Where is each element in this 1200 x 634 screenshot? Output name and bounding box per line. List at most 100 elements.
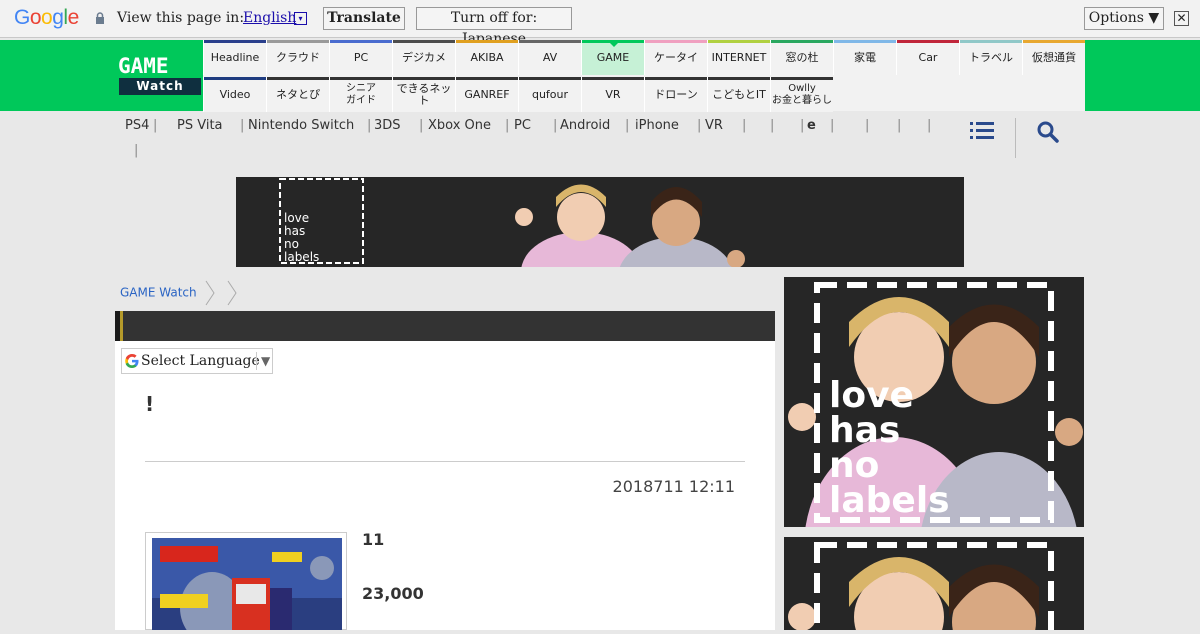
- nav-item[interactable]: 家電: [833, 40, 896, 75]
- nav-color-bar: [645, 77, 707, 80]
- separator: |: [419, 118, 424, 133]
- nav-item-label: ドローン: [654, 87, 698, 101]
- article-thumbnail[interactable]: [145, 532, 347, 634]
- nav-item-label: 仮想通貨: [1032, 50, 1076, 64]
- platform-nav-item[interactable]: Xbox One: [428, 118, 491, 133]
- nav-item-label: Car: [918, 50, 938, 64]
- nav-item[interactable]: ネタとぴ: [266, 77, 329, 112]
- nav-color-bar: [204, 77, 266, 80]
- separator: |: [830, 118, 835, 133]
- chevron-right-icon: [206, 280, 216, 306]
- article-title: !: [145, 392, 155, 416]
- separator: |: [927, 118, 932, 133]
- language-select-label: Select Language: [141, 353, 260, 369]
- menu-icon[interactable]: [970, 120, 994, 140]
- breadcrumb-home[interactable]: GAME Watch: [120, 286, 197, 300]
- chevron-down-icon: ▼: [261, 354, 271, 368]
- nav-item-label: GANREF: [464, 87, 510, 101]
- main-nav: Headline クラウド PC デジカメ AKIBA AV GAME ケータイ INTERNE…: [203, 40, 1085, 112]
- translate-prompt: View this page in:: [117, 10, 245, 26]
- nav-item[interactable]: PC: [329, 40, 392, 75]
- separator: |: [553, 118, 558, 133]
- nav-color-bar: [393, 77, 455, 80]
- sidebar-ad-2[interactable]: [784, 537, 1084, 630]
- nav-item-label: できるネット: [396, 81, 452, 107]
- separator: |: [897, 118, 902, 133]
- nav-color-bar: [582, 77, 644, 80]
- google-logo: Google: [14, 6, 79, 29]
- divider: [256, 352, 257, 370]
- site-logo[interactable]: GAME Watch: [116, 54, 202, 96]
- nav-item[interactable]: クラウド: [266, 40, 329, 75]
- nav-color-bar: [897, 40, 959, 43]
- close-icon[interactable]: ✕: [1174, 11, 1189, 26]
- svg-text:has: has: [284, 224, 305, 238]
- logo-watch-text: Watch: [119, 78, 201, 95]
- platform-nav-item[interactable]: iPhone: [635, 118, 679, 133]
- nav-item-label: AV: [542, 50, 558, 64]
- sidebar-ad-1[interactable]: love has no labels: [784, 277, 1084, 527]
- nav-item[interactable]: Headline: [203, 40, 266, 75]
- banner-ad[interactable]: love has no labels: [236, 177, 964, 267]
- nav-item[interactable]: トラベル: [959, 40, 1022, 75]
- platform-nav-item[interactable]: Nintendo Switch: [248, 118, 354, 133]
- nav-item[interactable]: qufour: [518, 77, 581, 112]
- separator: |: [625, 118, 630, 133]
- divider: [145, 461, 745, 462]
- platform-nav-item[interactable]: PC: [514, 118, 531, 133]
- nav-item-label: AKIBA: [470, 50, 504, 64]
- language-select[interactable]: Select Language ▼: [121, 348, 273, 374]
- nav-item[interactable]: Video: [203, 77, 266, 112]
- nav-item[interactable]: VR: [581, 77, 644, 112]
- nav-item-label: Headline: [210, 50, 260, 64]
- nav-item[interactable]: ケータイ: [644, 40, 707, 75]
- nav-item[interactable]: できるネット: [392, 77, 455, 112]
- nav-item[interactable]: GANREF: [455, 77, 518, 112]
- separator: |: [153, 118, 158, 133]
- separator: |: [697, 118, 702, 133]
- nav-item[interactable]: INTERNET: [707, 40, 770, 75]
- nav-color-bar: [1023, 40, 1085, 43]
- nav-color-bar: [267, 40, 329, 43]
- nav-item[interactable]: シニア ガイド: [329, 77, 392, 112]
- nav-item-label: デジカメ: [402, 50, 446, 64]
- platform-nav-item[interactable]: 3DS: [374, 118, 401, 133]
- language-link[interactable]: English: [243, 10, 296, 26]
- nav-item[interactable]: 窓の杜: [770, 40, 833, 75]
- translate-button[interactable]: Translate: [323, 7, 405, 30]
- language-dropdown-icon[interactable]: ▾: [294, 12, 307, 25]
- nav-color-bar: [330, 40, 392, 43]
- platform-nav-item[interactable]: PS4: [125, 118, 149, 133]
- platform-nav-item[interactable]: VR: [705, 118, 723, 133]
- platform-nav-item[interactable]: PS Vita: [177, 118, 223, 133]
- svg-text:labels: labels: [284, 250, 319, 264]
- platform-nav-item[interactable]: Android: [560, 118, 610, 133]
- article-date: 2018711 12:11: [612, 477, 735, 496]
- nav-item[interactable]: AV: [518, 40, 581, 75]
- separator: |: [240, 118, 245, 133]
- nav-item-label: こどもとIT: [712, 87, 766, 101]
- nav-color-bar: [771, 40, 833, 43]
- nav-item[interactable]: 仮想通貨: [1022, 40, 1085, 75]
- separator: |: [742, 118, 747, 133]
- separator: |: [505, 118, 510, 133]
- nav-item[interactable]: デジカメ: [392, 40, 455, 75]
- platform-nav: PS4 PS Vita Nintendo Switch 3DS Xbox One PC An…: [115, 118, 975, 166]
- separator: |: [134, 143, 139, 158]
- nav-item-label: qufour: [531, 87, 569, 101]
- nav-item[interactable]: ドローン: [644, 77, 707, 112]
- search-icon[interactable]: [1036, 120, 1060, 144]
- platform-nav-item[interactable]: e: [807, 118, 816, 133]
- nav-color-bar: [456, 40, 518, 43]
- nav-item[interactable]: GAME: [581, 40, 644, 75]
- nav-item[interactable]: AKIBA: [455, 40, 518, 75]
- nav-color-bar: [708, 40, 770, 43]
- nav-item[interactable]: こどもとIT: [707, 77, 770, 112]
- turn-off-button[interactable]: Turn off for: Japanese: [416, 7, 572, 47]
- options-button[interactable]: Options ▼: [1084, 7, 1164, 30]
- nav-item[interactable]: Car: [896, 40, 959, 75]
- nav-color-bar: [708, 77, 770, 80]
- nav-item[interactable]: Owlly お金と暮らし: [770, 77, 833, 112]
- nav-item-label: トラベル: [969, 50, 1013, 64]
- chevron-right-icon: [227, 280, 237, 306]
